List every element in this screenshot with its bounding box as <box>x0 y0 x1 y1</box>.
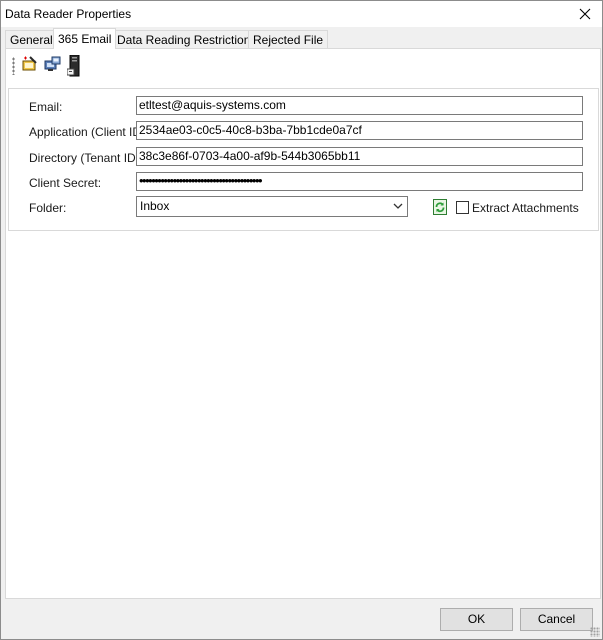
email-connection-icon <box>44 56 61 71</box>
tab-rejected-file[interactable]: Rejected File <box>248 30 329 48</box>
refresh-icon <box>433 199 447 215</box>
tenant-id-label: Directory (Tenant ID): <box>29 151 144 165</box>
server-icon <box>66 54 80 77</box>
extract-attachments-label[interactable]: Extract Attachments <box>472 201 579 215</box>
client-id-field[interactable]: 2534ae03-c0c5-40c8-b3ba-7bb1cde0a7cf <box>136 121 583 140</box>
close-icon <box>579 8 591 20</box>
dialog-window: Data Reader Properties General 365 Email… <box>0 0 603 640</box>
window-title: Data Reader Properties <box>5 7 132 21</box>
toolbar <box>6 49 600 81</box>
extract-attachments-checkbox[interactable] <box>456 201 469 214</box>
email-settings-group: Email: etltest@aquis-systems.com Applica… <box>8 88 599 231</box>
client-secret-label: Client Secret: <box>29 176 102 190</box>
tenant-id-field[interactable]: 38c3e86f-0703-4a00-af9b-544b3065bb11 <box>136 147 583 166</box>
ok-button[interactable]: OK <box>440 608 513 631</box>
email-label: Email: <box>29 100 63 114</box>
client-secret-field[interactable]: •••••••••••••••••••••••••••••••••••••••• <box>136 172 583 191</box>
refresh-folders-button[interactable] <box>432 199 448 215</box>
edit-icon <box>22 56 37 71</box>
cancel-button[interactable]: Cancel <box>520 608 593 631</box>
folder-select-value: Inbox <box>140 199 170 213</box>
connection-button[interactable] <box>44 55 64 77</box>
tab-panel-365-email: Email: etltest@aquis-systems.com Applica… <box>5 48 601 599</box>
dialog-footer: OK Cancel <box>1 599 602 639</box>
edit-button[interactable] <box>21 55 41 77</box>
resize-grip[interactable] <box>590 627 600 637</box>
toolbar-grip[interactable] <box>12 57 15 75</box>
tab-365-email[interactable]: 365 Email <box>53 28 117 49</box>
client-id-label: Application (Client ID): <box>29 125 149 139</box>
close-button[interactable] <box>568 1 602 27</box>
email-field[interactable]: etltest@aquis-systems.com <box>136 96 583 115</box>
title-bar[interactable]: Data Reader Properties <box>1 1 602 27</box>
chevron-down-icon <box>393 203 403 209</box>
tab-general[interactable]: General <box>5 30 58 48</box>
folder-select[interactable]: Inbox <box>136 196 408 217</box>
tab-data-reading-restrictions[interactable]: Data Reading Restrictions <box>112 30 262 48</box>
folder-label: Folder: <box>29 201 67 215</box>
server-button[interactable] <box>66 54 87 77</box>
